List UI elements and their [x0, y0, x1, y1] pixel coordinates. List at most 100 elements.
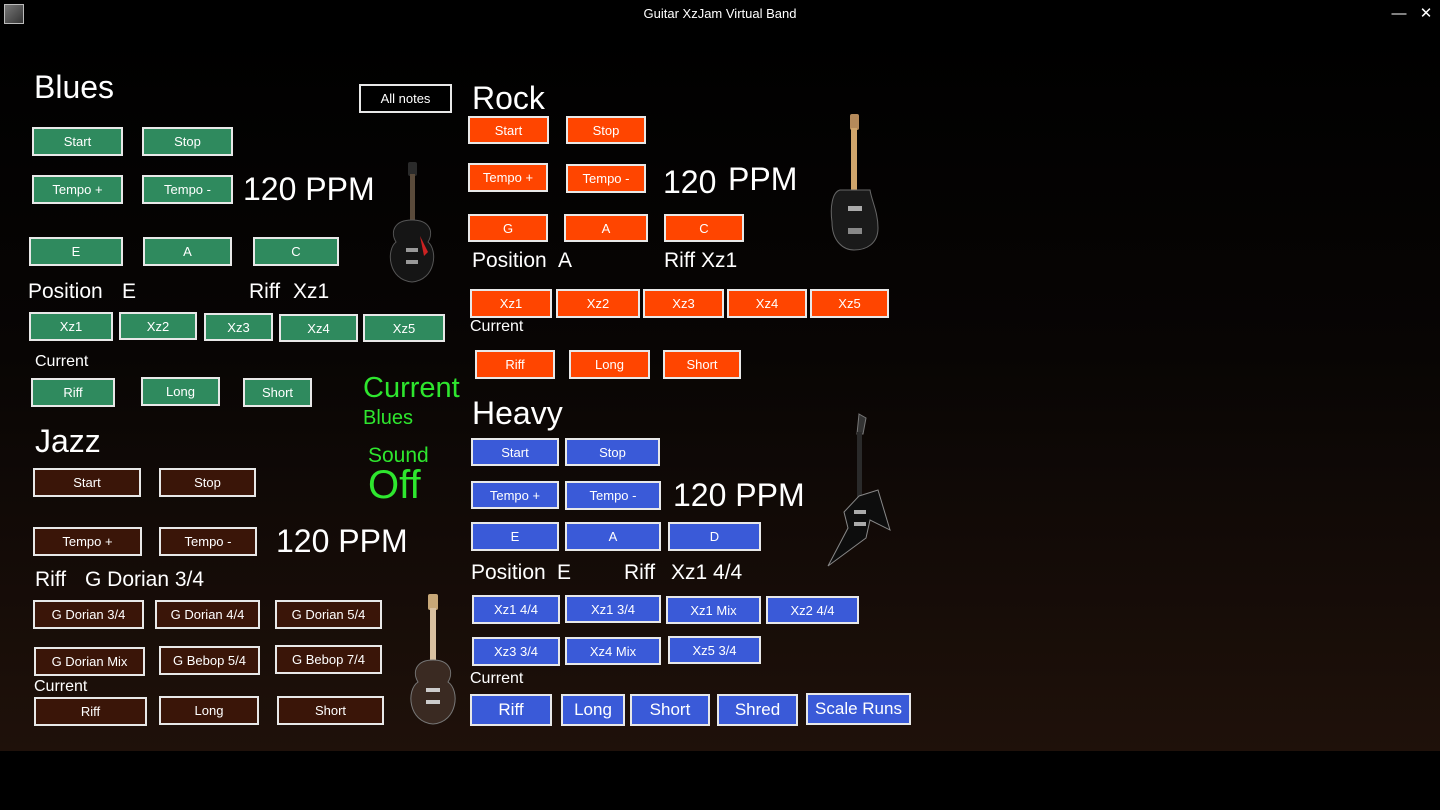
heavy-riff-xz1-44-button[interactable]: Xz1 4/4: [472, 595, 560, 624]
jazz-riff-g-dorian-mix-button[interactable]: G Dorian Mix: [34, 647, 145, 676]
rock-key-c-button[interactable]: C: [664, 214, 744, 242]
rock-key-a-button[interactable]: A: [564, 214, 648, 242]
all-notes-button[interactable]: All notes: [359, 84, 452, 113]
blues-title: Blues: [34, 69, 115, 105]
heavy-mode-short-button[interactable]: Short: [630, 694, 710, 726]
jazz-riff-label: Riff: [35, 568, 67, 591]
blues-mode-short-button[interactable]: Short: [243, 378, 312, 407]
heavy-mode-riff-button[interactable]: Riff: [470, 694, 552, 726]
blues-stop-button[interactable]: Stop: [142, 127, 233, 156]
heavy-key-e-button[interactable]: E: [471, 522, 559, 551]
rock-riff-xz3-button[interactable]: Xz3: [643, 289, 724, 318]
blues-key-a-button[interactable]: A: [143, 237, 232, 266]
rock-stop-button[interactable]: Stop: [566, 116, 646, 144]
blues-riff-xz2-button[interactable]: Xz2: [119, 312, 197, 340]
blues-position-label: Position: [28, 280, 103, 303]
rock-riff-xz1-button[interactable]: Xz1: [470, 289, 552, 318]
blues-guitar-image: [389, 162, 435, 283]
jazz-tempo-up-button[interactable]: Tempo +: [33, 527, 142, 556]
rock-start-button[interactable]: Start: [468, 116, 549, 144]
rock-mode-long-button[interactable]: Long: [569, 350, 650, 379]
rock-current-label: Current: [470, 318, 524, 335]
blues-position-value: E: [122, 280, 137, 303]
heavy-riff-xz1-34-button[interactable]: Xz1 3/4: [565, 595, 661, 623]
heavy-riff-xz5-34-button[interactable]: Xz5 3/4: [668, 636, 761, 664]
jazz-riff-g-dorian-54-button[interactable]: G Dorian 5/4: [275, 600, 382, 629]
blues-riff-xz4-button[interactable]: Xz4: [279, 314, 358, 342]
jazz-start-button[interactable]: Start: [33, 468, 141, 497]
rock-mode-short-button[interactable]: Short: [663, 350, 741, 379]
rock-riff-xz2-button[interactable]: Xz2: [556, 289, 640, 318]
blues-key-e-button[interactable]: E: [29, 237, 123, 266]
jazz-mode-short-button[interactable]: Short: [277, 696, 384, 725]
heavy-mode-scale-runs-button[interactable]: Scale Runs: [806, 693, 911, 725]
heavy-tempo-up-button[interactable]: Tempo +: [471, 481, 559, 509]
heavy-mode-long-button[interactable]: Long: [561, 694, 625, 726]
heavy-riff-value: Xz1 4/4: [671, 561, 743, 584]
jazz-mode-riff-button[interactable]: Riff: [34, 697, 147, 726]
jazz-riff-g-dorian-34-button[interactable]: G Dorian 3/4: [33, 600, 144, 629]
heavy-start-button[interactable]: Start: [471, 438, 559, 466]
blues-riff-value: Xz1: [293, 280, 330, 303]
jazz-guitar-image: [410, 594, 456, 725]
rock-position-label: Position: [472, 249, 547, 272]
blues-tempo-down-button[interactable]: Tempo -: [142, 175, 233, 204]
jazz-tempo-down-button[interactable]: Tempo -: [159, 527, 257, 556]
jazz-riff-g-bebop-74-button[interactable]: G Bebop 7/4: [275, 645, 382, 674]
blues-tempo-up-button[interactable]: Tempo +: [32, 175, 123, 204]
minimize-button[interactable]: —: [1386, 2, 1412, 26]
heavy-key-a-button[interactable]: A: [565, 522, 661, 551]
status-current-style: Blues: [363, 407, 414, 429]
rock-tempo-value: 120: [663, 164, 717, 200]
rock-key-g-button[interactable]: G: [468, 214, 548, 242]
heavy-key-d-button[interactable]: D: [668, 522, 761, 551]
heavy-stop-button[interactable]: Stop: [565, 438, 660, 466]
heavy-current-label: Current: [470, 670, 524, 687]
footer: [0, 751, 1440, 810]
rock-position-value: A: [558, 249, 573, 272]
rock-title: Rock: [472, 80, 545, 116]
heavy-guitar-image: [827, 413, 891, 567]
blues-riff-label: Riff: [249, 280, 281, 303]
heavy-riff-xz1-mix-button[interactable]: Xz1 Mix: [666, 596, 761, 624]
blues-start-button[interactable]: Start: [32, 127, 123, 156]
heavy-tempo-down-button[interactable]: Tempo -: [565, 481, 661, 510]
blues-riff-xz3-button[interactable]: Xz3: [204, 313, 273, 341]
heavy-tempo-readout: 120 PPM: [673, 477, 805, 513]
jazz-stop-button[interactable]: Stop: [159, 468, 256, 497]
blues-riff-xz5-button[interactable]: Xz5: [363, 314, 445, 342]
heavy-position-value: E: [557, 561, 572, 584]
jazz-mode-long-button[interactable]: Long: [159, 696, 259, 725]
jazz-title: Jazz: [35, 423, 101, 459]
jazz-tempo-readout: 120 PPM: [276, 523, 408, 559]
rock-riff-label: Riff Xz1: [664, 249, 738, 272]
blues-mode-riff-button[interactable]: Riff: [31, 378, 115, 407]
rock-mode-riff-button[interactable]: Riff: [475, 350, 555, 379]
heavy-riff-xz4-mix-button[interactable]: Xz4 Mix: [565, 637, 661, 665]
title-bar: Guitar XzJam Virtual Band — ✕: [0, 0, 1440, 28]
rock-riff-xz5-button[interactable]: Xz5: [810, 289, 889, 318]
rock-tempo-up-button[interactable]: Tempo +: [468, 163, 548, 192]
rock-riff-xz4-button[interactable]: Xz4: [727, 289, 807, 318]
status-sound-state: Off: [368, 463, 421, 507]
jazz-riff-g-dorian-44-button[interactable]: G Dorian 4/4: [155, 600, 260, 629]
window-title: Guitar XzJam Virtual Band: [643, 6, 797, 21]
jazz-current-label: Current: [34, 678, 88, 695]
rock-guitar-image: [830, 114, 879, 251]
blues-tempo-readout: 120 PPM: [243, 171, 375, 207]
heavy-riff-xz3-34-button[interactable]: Xz3 3/4: [472, 637, 560, 666]
blues-key-c-button[interactable]: C: [253, 237, 339, 266]
blues-mode-long-button[interactable]: Long: [141, 377, 220, 406]
rock-tempo-down-button[interactable]: Tempo -: [566, 164, 646, 193]
blues-riff-xz1-button[interactable]: Xz1: [29, 312, 113, 341]
heavy-position-label: Position: [471, 561, 546, 584]
close-button[interactable]: ✕: [1413, 2, 1439, 26]
blues-current-label: Current: [35, 353, 89, 370]
rock-tempo-unit: PPM: [728, 161, 798, 197]
jazz-riff-value: G Dorian 3/4: [85, 568, 205, 591]
jazz-riff-g-bebop-54-button[interactable]: G Bebop 5/4: [159, 646, 260, 675]
heavy-riff-xz2-44-button[interactable]: Xz2 4/4: [766, 596, 859, 624]
heavy-title: Heavy: [472, 395, 563, 431]
heavy-mode-shred-button[interactable]: Shred: [717, 694, 798, 726]
heavy-riff-label: Riff: [624, 561, 656, 584]
